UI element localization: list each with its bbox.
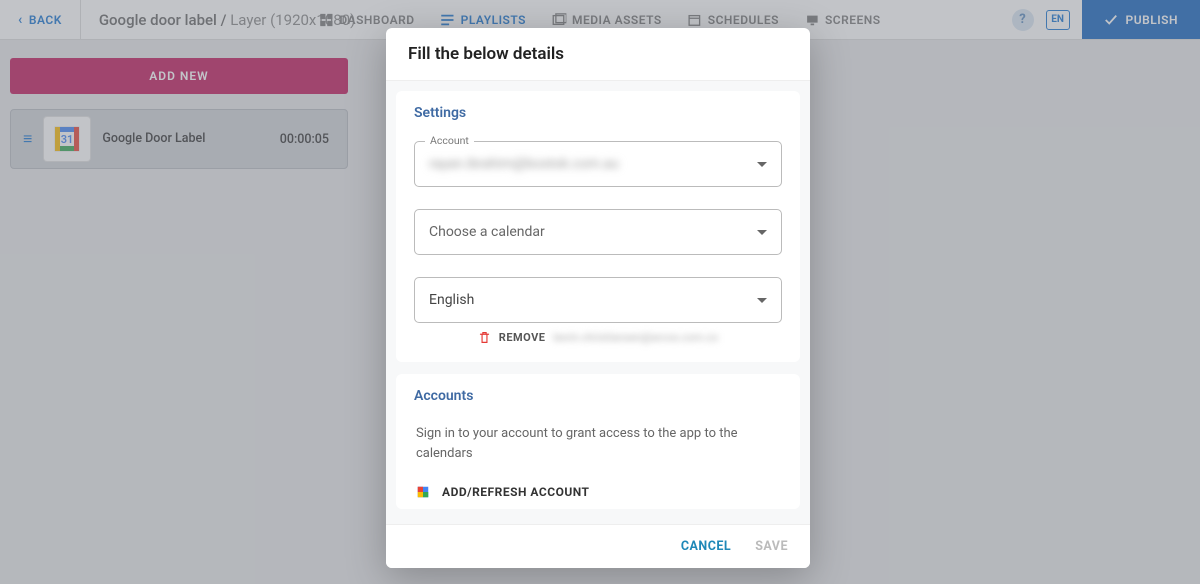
cancel-button[interactable]: CANCEL bbox=[681, 539, 731, 554]
calendar-placeholder: Choose a calendar bbox=[429, 224, 545, 240]
language-value: English bbox=[429, 292, 474, 308]
accounts-heading: Accounts bbox=[414, 388, 782, 404]
save-button[interactable]: SAVE bbox=[755, 539, 788, 554]
language-select[interactable]: English bbox=[414, 277, 782, 323]
account-value: rayan.ibrahim@bostok.com.au bbox=[429, 156, 619, 172]
modal-title: Fill the below details bbox=[386, 28, 810, 81]
trash-icon bbox=[478, 331, 491, 344]
accounts-panel: Accounts Sign in to your account to gran… bbox=[396, 374, 800, 509]
add-refresh-label: ADD/REFRESH ACCOUNT bbox=[442, 485, 590, 499]
chevron-down-icon bbox=[757, 230, 767, 235]
account-select[interactable]: Account rayan.ibrahim@bostok.com.au bbox=[414, 141, 782, 187]
chevron-down-icon bbox=[757, 162, 767, 167]
accounts-description: Sign in to your account to grant access … bbox=[416, 424, 780, 463]
modal-body: Settings Account rayan.ibrahim@bostok.co… bbox=[386, 81, 810, 524]
modal-footer: CANCEL SAVE bbox=[386, 524, 810, 568]
add-refresh-account-button[interactable]: ADD/REFRESH ACCOUNT bbox=[414, 485, 782, 499]
settings-panel: Settings Account rayan.ibrahim@bostok.co… bbox=[396, 91, 800, 362]
chevron-down-icon bbox=[757, 298, 767, 303]
remove-email: kevin.christiansen@arcos.com.co bbox=[553, 331, 718, 344]
details-modal: Fill the below details Settings Account … bbox=[386, 28, 810, 568]
remove-account-button[interactable]: REMOVE kevin.christiansen@arcos.com.co bbox=[414, 331, 782, 344]
settings-heading: Settings bbox=[414, 105, 782, 121]
calendar-select[interactable]: Choose a calendar bbox=[414, 209, 782, 255]
remove-label: REMOVE bbox=[499, 331, 546, 344]
account-field-label: Account bbox=[425, 134, 474, 147]
google-icon bbox=[416, 485, 430, 499]
